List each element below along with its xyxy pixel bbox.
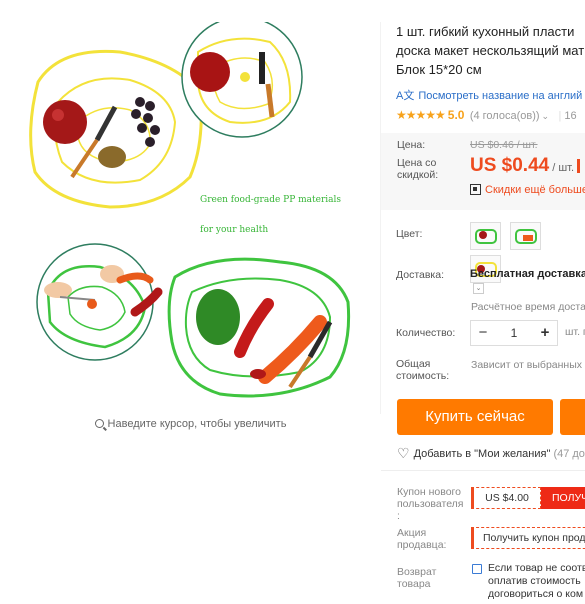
more-discounts-link[interactable]: Скидки ещё больше: [470, 184, 585, 196]
shipping-value[interactable]: Бесплатная доставка: [470, 268, 585, 280]
quantity-decrease-button[interactable]: −: [471, 321, 495, 345]
discount-price: US $0.44/ шт.: [470, 155, 581, 177]
seller-coupon-button[interactable]: Получить купон прод: [471, 527, 585, 549]
divider: [381, 470, 585, 471]
seller-promo-label: Акция продавца:: [397, 527, 447, 551]
total-value: Зависит от выбранных: [471, 359, 583, 371]
color-swatch-1[interactable]: [470, 222, 501, 250]
shipping-label: Доставка:: [396, 269, 445, 281]
new-user-coupon-label: Купон нового пользователя :: [397, 486, 464, 522]
quantity-stepper: − +: [470, 320, 558, 346]
total-label: Общая стоимость:: [396, 358, 450, 382]
heart-icon: ♡: [397, 445, 410, 461]
old-price-label: Цена:: [397, 139, 426, 151]
quantity-unit: шт. п: [565, 326, 585, 338]
new-user-coupon-amount: US $4.00: [471, 487, 541, 509]
add-to-wishlist-link[interactable]: ♡ Добавить в "Мои желания" (47 до: [397, 445, 585, 462]
return-label: Возврат товара: [397, 566, 437, 590]
old-price: US $0.46 / шт.: [470, 139, 538, 151]
orders-count: | 16: [558, 110, 577, 122]
return-policy-icon: [472, 564, 482, 574]
image-caption-1: Green food-grade PP materials: [200, 195, 341, 205]
votes-count: (4 голоса(ов)): [469, 110, 540, 122]
chevron-down-icon[interactable]: ⌄: [542, 111, 550, 121]
rating-row[interactable]: ★★★★★ 5.0 (4 голоса(ов)) ⌄ | 16: [396, 108, 585, 122]
star-rating-icon: ★★★★★: [396, 108, 446, 122]
product-title-line-2: доска макет нескользящий мат: [396, 43, 585, 58]
product-title-line-1: 1 шт. гибкий кухонный пласти: [396, 24, 575, 39]
qr-code-icon: [470, 184, 481, 195]
product-photo: Green food-grade PP materials for your h…: [29, 16, 351, 398]
buy-now-button[interactable]: Купить сейчас: [397, 399, 553, 435]
price-block: Цена: US $0.46 / шт. Цена со скидкой: US…: [381, 133, 585, 210]
color-swatch-2[interactable]: [510, 222, 542, 250]
quantity-label: Количество:: [396, 327, 456, 339]
discount-price-label: Цена со скидкой:: [397, 157, 439, 181]
translate-title-link[interactable]: A文 Посмотреть название на англий: [396, 87, 585, 103]
search-icon: [94, 419, 104, 428]
quantity-increase-button[interactable]: +: [533, 321, 557, 345]
image-caption-2: for your health: [200, 225, 268, 235]
shipping-time: Расчётное время доста: [471, 301, 585, 313]
product-title-line-3: Блок 15*20 см: [396, 62, 482, 77]
rating-value: 5.0: [447, 108, 465, 122]
product-info: 1 шт. гибкий кухонный пласти доска макет…: [396, 22, 585, 122]
product-main-image[interactable]: Green food-grade PP materials for your h…: [0, 16, 381, 414]
translate-icon: A文: [396, 90, 415, 102]
return-policy-text: Если товар не соотв оплатив стоимость до…: [488, 562, 585, 600]
zoom-hint: Наведите курсор, чтобы увеличить: [0, 418, 381, 430]
color-label: Цвет:: [396, 228, 423, 240]
quantity-input[interactable]: [495, 323, 533, 343]
add-to-cart-button[interactable]: [560, 399, 585, 435]
shipping-dropdown-toggle[interactable]: ⌄: [473, 283, 484, 294]
get-coupon-button[interactable]: ПОЛУЧ: [541, 487, 585, 509]
